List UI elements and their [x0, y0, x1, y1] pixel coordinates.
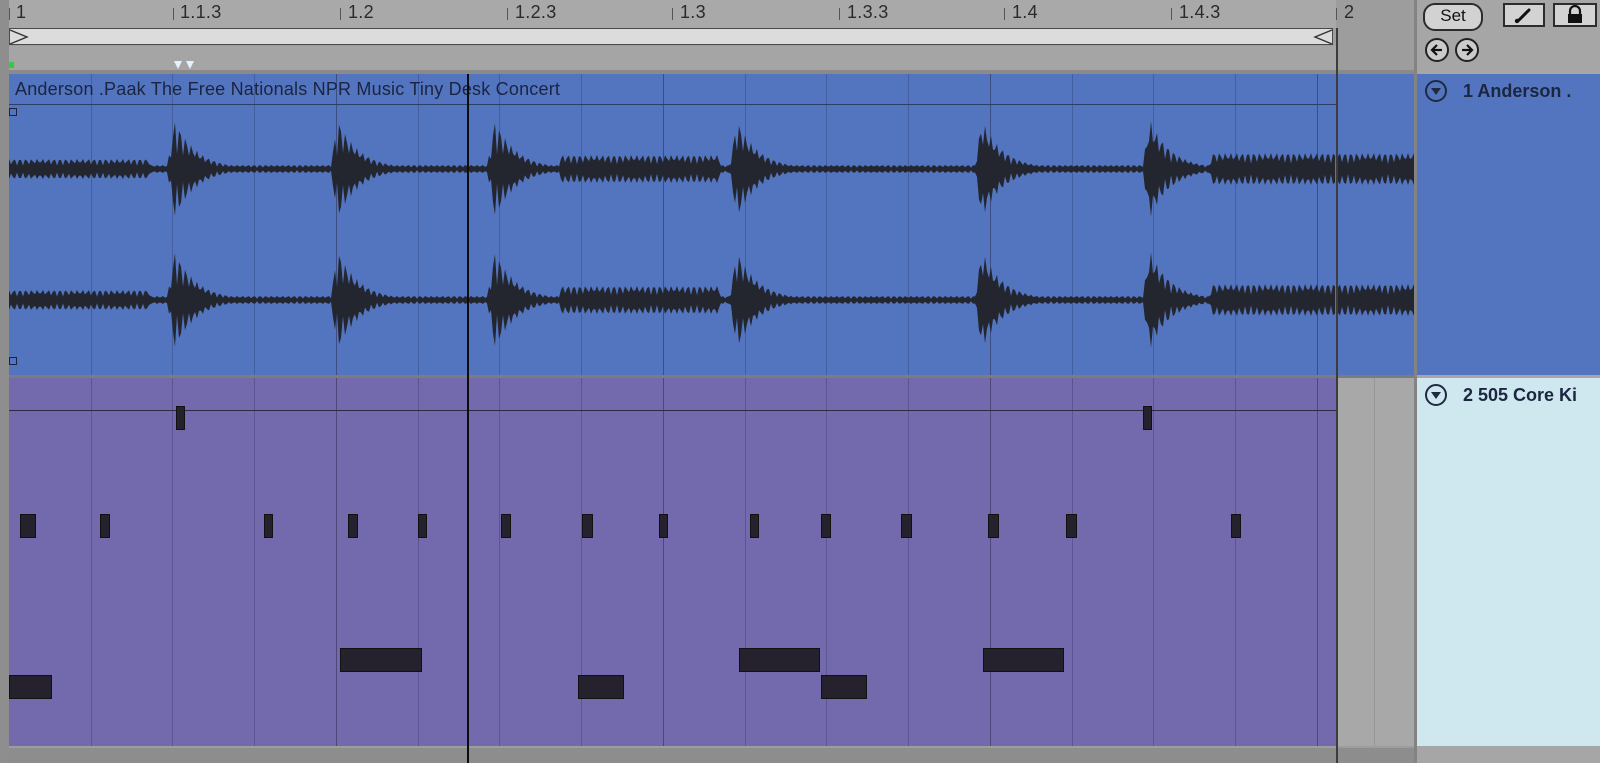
track-header-1[interactable]: 1 Anderson . [1417, 74, 1600, 375]
ruler-label-1-2: 1.2 [348, 2, 374, 22]
draw-mode-button[interactable] [1503, 3, 1545, 27]
midi-note[interactable] [9, 675, 52, 699]
ruler-label-1: 1 [16, 2, 27, 22]
waveform-channel [9, 121, 1335, 217]
playhead[interactable] [467, 74, 469, 763]
start-marker-icon [9, 62, 14, 68]
midi-note[interactable] [988, 514, 999, 538]
beat-ruler[interactable]: 1 1.1.3 1.2 1.2.3 1.3 1.3.3 1.4 1.4.3 2 [0, 0, 1354, 28]
midi-note[interactable] [348, 514, 358, 538]
midi-note[interactable] [901, 514, 912, 538]
midi-note[interactable] [1143, 406, 1152, 430]
arrow-left-icon [1430, 44, 1442, 56]
arrow-right-icon [1462, 44, 1474, 56]
midi-note[interactable] [176, 406, 185, 430]
ruler-label-1-4: 1.4 [1012, 2, 1038, 22]
midi-notes [9, 378, 1336, 746]
waveform-channel [1336, 284, 1414, 316]
fold-triangle-icon[interactable] [1425, 80, 1447, 102]
ruler-label-1-4-3: 1.4.3 [1179, 2, 1221, 22]
midi-note[interactable] [739, 648, 820, 672]
midi-note[interactable] [582, 514, 593, 538]
track-name-2[interactable]: 2 505 Core Ki [1463, 385, 1577, 406]
midi-note[interactable] [20, 514, 36, 538]
locator-lane[interactable] [9, 46, 1336, 70]
ruler-label-1-3-3: 1.3.3 [847, 2, 889, 22]
waveform-channel [9, 252, 1335, 348]
ruler-label-2: 2 [1344, 2, 1355, 22]
midi-note[interactable] [501, 514, 511, 538]
midi-note[interactable] [418, 514, 427, 538]
audio-waveform [9, 121, 1335, 348]
horizontal-scrollbar[interactable] [0, 748, 1600, 763]
midi-clip-extension [1336, 378, 1414, 746]
track-name-1[interactable]: 1 Anderson . [1463, 81, 1571, 102]
midi-note[interactable] [659, 514, 668, 538]
midi-note[interactable] [1066, 514, 1077, 538]
set-button[interactable]: Set [1423, 3, 1483, 31]
midi-note[interactable] [750, 514, 759, 538]
nav-back-button[interactable] [1425, 38, 1449, 62]
midi-note[interactable] [821, 675, 867, 699]
lock-icon [1568, 4, 1582, 23]
fold-triangle-icon[interactable] [1425, 384, 1447, 406]
nav-forward-button[interactable] [1455, 38, 1479, 62]
ruler-label-1-2-3: 1.2.3 [515, 2, 557, 22]
loop-end-line [1336, 28, 1338, 763]
midi-note[interactable] [821, 514, 831, 538]
audio-clip[interactable]: Anderson .Paak The Free Nationals NPR Mu… [9, 74, 1336, 375]
track-header-2[interactable]: 2 505 Core Ki [1417, 378, 1600, 746]
midi-note[interactable] [1231, 514, 1241, 538]
loop-brace[interactable] [9, 28, 1333, 45]
midi-note[interactable] [340, 648, 422, 672]
midi-note[interactable] [100, 514, 110, 538]
ruler-label-1-3: 1.3 [680, 2, 706, 22]
loop-brace-markers [10, 29, 1333, 45]
lock-button[interactable] [1553, 3, 1597, 27]
ruler-label-1-1-3: 1.1.3 [180, 2, 222, 22]
waveform-channel [1336, 153, 1414, 185]
left-edge [0, 0, 9, 763]
warp-marker-icon[interactable] [174, 61, 196, 70]
audio-clip-extension [1336, 74, 1414, 375]
midi-note[interactable] [578, 675, 624, 699]
midi-note[interactable] [983, 648, 1064, 672]
grid-line [1374, 378, 1375, 746]
midi-note[interactable] [264, 514, 273, 538]
midi-clip[interactable] [9, 378, 1336, 746]
pencil-icon [1514, 8, 1531, 24]
audio-waveform-extension [1336, 153, 1414, 316]
